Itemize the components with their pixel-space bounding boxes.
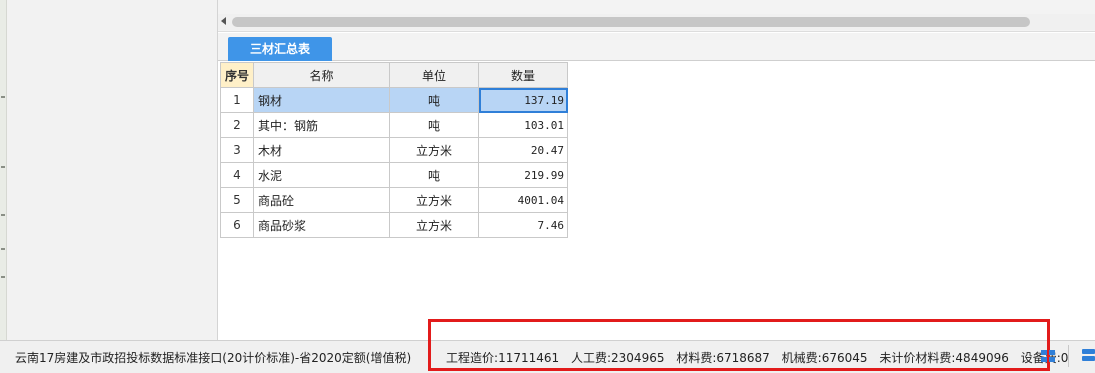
row-seq[interactable]: 6 (220, 212, 254, 238)
icon-divider (1068, 345, 1069, 367)
edge-tick (1, 214, 5, 216)
row-seq[interactable]: 4 (220, 162, 254, 188)
column-header-qty[interactable]: 数量 (478, 62, 568, 88)
row-seq[interactable]: 3 (220, 137, 254, 163)
scrollbar-thumb[interactable] (232, 17, 1030, 27)
left-edge-strip (0, 0, 7, 340)
row-seq[interactable]: 5 (220, 187, 254, 213)
table-row[interactable]: 6 商品砂浆 立方米 7.46 (220, 212, 568, 238)
row-name[interactable]: 木材 (253, 137, 390, 163)
row-unit[interactable]: 立方米 (389, 212, 479, 238)
interface-standard-label: 云南17房建及市政招投标数据标准接口(20计价标准)-省2020定额(增值税) (15, 351, 412, 365)
scroll-left-arrow-icon[interactable] (221, 17, 226, 25)
row-qty[interactable]: 103.01 (478, 112, 568, 138)
row-qty[interactable]: 219.99 (478, 162, 568, 188)
column-header-name[interactable]: 名称 (253, 62, 390, 88)
row-name[interactable]: 其中：钢筋 (253, 112, 390, 138)
panel-layout-icon[interactable] (1080, 346, 1095, 364)
grid-cell (1041, 350, 1047, 355)
layout-bar (1082, 349, 1095, 354)
table-row[interactable]: 3 木材 立方米 20.47 (220, 137, 568, 163)
edge-tick (1, 276, 5, 278)
row-unit[interactable]: 吨 (389, 112, 479, 138)
material-summary-table: 序号 名称 单位 数量 1 钢材 吨 137.19 2 其中：钢筋 吨 103.… (220, 62, 568, 238)
layout-bar (1082, 356, 1095, 361)
grid-cell (1049, 350, 1055, 355)
row-name[interactable]: 商品砼 (253, 187, 390, 213)
edge-tick (1, 96, 5, 98)
row-qty[interactable]: 20.47 (478, 137, 568, 163)
row-unit[interactable]: 吨 (389, 87, 479, 113)
row-unit[interactable]: 吨 (389, 162, 479, 188)
edge-tick (1, 248, 5, 250)
table-row[interactable]: 4 水泥 吨 219.99 (220, 162, 568, 188)
row-qty[interactable]: 7.46 (478, 212, 568, 238)
column-header-seq[interactable]: 序号 (220, 62, 254, 88)
row-qty[interactable]: 137.19 (478, 87, 568, 113)
tab-material-summary[interactable]: 三材汇总表 (228, 37, 332, 61)
table-row[interactable]: 5 商品砼 立方米 4001.04 (220, 187, 568, 213)
row-seq[interactable]: 2 (220, 112, 254, 138)
grid-cell (1049, 357, 1055, 362)
row-qty[interactable]: 4001.04 (478, 187, 568, 213)
edge-tick (1, 166, 5, 168)
tab-strip: 三材汇总表 (218, 33, 1095, 61)
side-panel (7, 0, 218, 340)
table-row[interactable]: 1 钢材 吨 137.19 (220, 87, 568, 113)
grid-layout-icon[interactable] (1039, 347, 1057, 365)
row-name[interactable]: 钢材 (253, 87, 390, 113)
row-name[interactable]: 商品砂浆 (253, 212, 390, 238)
grid-cell (1041, 357, 1047, 362)
highlight-annotation-box (428, 319, 1050, 371)
row-unit[interactable]: 立方米 (389, 187, 479, 213)
row-name[interactable]: 水泥 (253, 162, 390, 188)
row-unit[interactable]: 立方米 (389, 137, 479, 163)
table-header-row: 序号 名称 单位 数量 (220, 62, 568, 88)
table-row[interactable]: 2 其中：钢筋 吨 103.01 (220, 112, 568, 138)
horizontal-scrollbar[interactable] (218, 14, 1095, 30)
column-header-unit[interactable]: 单位 (389, 62, 479, 88)
row-seq[interactable]: 1 (220, 87, 254, 113)
